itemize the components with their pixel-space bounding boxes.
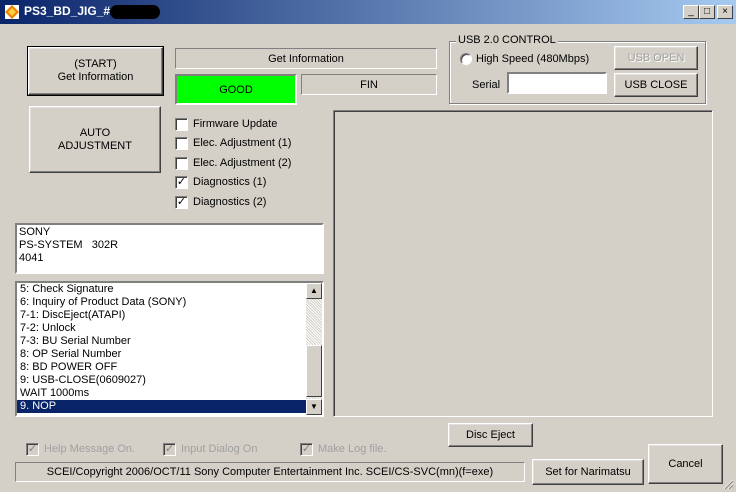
window-title: PS3_BD_JIG_# <box>24 4 111 18</box>
cancel-button[interactable]: Cancel <box>648 444 723 484</box>
serial-input[interactable] <box>507 72 607 94</box>
start-get-information-button[interactable]: (START) Get Information <box>27 46 164 96</box>
firmware-update-checkbox[interactable]: Firmware Update <box>175 116 277 132</box>
usb-close-button[interactable]: USB CLOSE <box>614 73 698 97</box>
high-speed-radio[interactable] <box>460 53 472 65</box>
auto-adjustment-button[interactable]: AUTO ADJUSTMENT <box>29 106 161 173</box>
input-dialog-checkbox[interactable]: ✓ Input Dialog On <box>163 441 257 457</box>
resize-grip-icon[interactable] <box>722 478 734 490</box>
log-scrollbar[interactable]: ▲ ▼ <box>306 283 322 415</box>
title-bar[interactable]: PS3_BD_JIG_# _ □ × <box>0 0 736 24</box>
minimize-button[interactable]: _ <box>683 5 699 19</box>
main-window: PS3_BD_JIG_# _ □ × (START) Get Informati… <box>0 0 736 492</box>
check-icon[interactable]: ✓ <box>300 442 313 456</box>
log-items: 5: Check Signature 6: Inquiry of Product … <box>17 283 322 413</box>
help-message-checkbox[interactable]: ✓ Help Message On. <box>26 441 135 457</box>
make-log-file-checkbox[interactable]: ✓ Make Log file. <box>300 441 386 457</box>
check-icon[interactable]: ✓ <box>175 195 188 209</box>
scroll-down-icon[interactable]: ▼ <box>306 399 322 415</box>
list-item[interactable]: 5: Check Signature <box>17 283 322 296</box>
scroll-up-icon[interactable]: ▲ <box>306 283 322 299</box>
set-for-narimatsu-button[interactable]: Set for Narimatsu <box>532 459 644 485</box>
check-icon[interactable]: ✓ <box>163 442 176 456</box>
elec-adjustment-1-checkbox[interactable]: Elec. Adjustment (1) <box>175 135 291 151</box>
disc-eject-button[interactable]: Disc Eject <box>448 423 533 447</box>
list-item[interactable]: 7-3: BU Serial Number <box>17 335 322 348</box>
elec-adjustment-2-checkbox[interactable]: Elec. Adjustment (2) <box>175 155 291 171</box>
list-item[interactable]: 9. NOP <box>17 400 322 413</box>
list-item[interactable]: 7-2: Unlock <box>17 322 322 335</box>
list-item[interactable]: WAIT 1000ms <box>17 387 322 400</box>
list-item[interactable]: 9: USB-CLOSE(0609027) <box>17 374 322 387</box>
checkbox-box[interactable] <box>175 136 188 150</box>
display-panel <box>333 110 713 417</box>
phase-status: FIN <box>301 74 437 95</box>
checkbox-label: Make Log file. <box>318 443 387 455</box>
usb-group-label: USB 2.0 CONTROL <box>456 34 558 46</box>
usb-open-button[interactable]: USB OPEN <box>614 46 698 70</box>
checkbox-box[interactable] <box>175 117 188 131</box>
check-icon[interactable]: ✓ <box>26 442 39 456</box>
log-listbox[interactable]: 5: Check Signature 6: Inquiry of Product … <box>15 281 324 417</box>
diagnostics-2-checkbox[interactable]: ✓ Diagnostics (2) <box>175 194 266 210</box>
operation-status: Get Information <box>175 48 437 69</box>
list-item[interactable]: 8: BD POWER OFF <box>17 361 322 374</box>
list-item[interactable]: 7-1: DiscEject(ATAPI) <box>17 309 322 322</box>
check-icon[interactable]: ✓ <box>175 175 188 189</box>
device-info-box: SONY PS-SYSTEM 302R 4041 <box>15 223 324 274</box>
checkbox-box[interactable] <box>175 156 188 170</box>
checkbox-label: Elec. Adjustment (1) <box>193 137 292 149</box>
redacted-block <box>110 5 160 19</box>
list-item[interactable]: 8: OP Serial Number <box>17 348 322 361</box>
result-status: GOOD <box>175 74 297 105</box>
list-item[interactable]: 6: Inquiry of Product Data (SONY) <box>17 296 322 309</box>
checkbox-label: Diagnostics (2) <box>193 196 267 208</box>
diagnostics-1-checkbox[interactable]: ✓ Diagnostics (1) <box>175 174 266 190</box>
checkbox-label: Elec. Adjustment (2) <box>193 157 292 169</box>
scroll-thumb[interactable] <box>306 345 322 397</box>
copyright-statusbar: SCEI/Copyright 2006/OCT/11 Sony Computer… <box>15 462 525 482</box>
serial-label: Serial <box>472 79 501 91</box>
checkbox-label: Input Dialog On <box>181 443 258 455</box>
checkbox-label: Help Message On. <box>44 443 136 455</box>
app-diamond-icon[interactable] <box>4 4 20 20</box>
close-button[interactable]: × <box>717 5 733 19</box>
checkbox-label: Diagnostics (1) <box>193 176 267 188</box>
checkbox-label: Firmware Update <box>193 118 278 130</box>
high-speed-label: High Speed (480Mbps) <box>476 53 590 65</box>
maximize-button[interactable]: □ <box>699 5 715 19</box>
